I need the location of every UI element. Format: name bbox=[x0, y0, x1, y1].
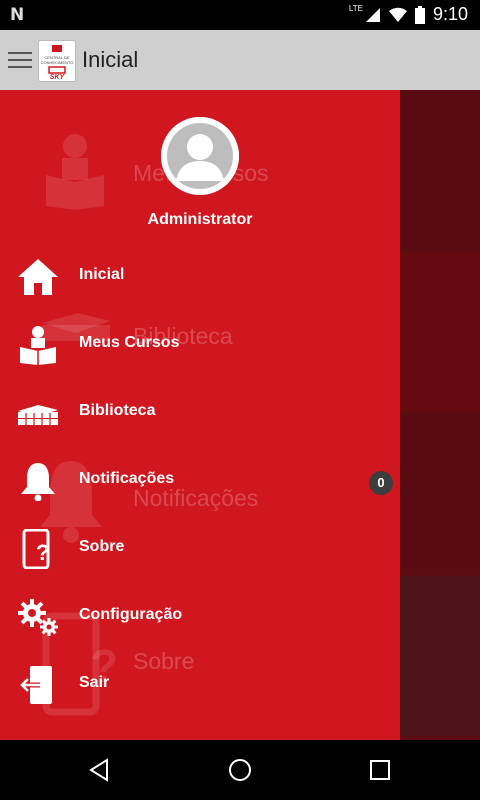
lte-label: LTE bbox=[348, 4, 363, 13]
home-icon bbox=[18, 259, 58, 295]
back-icon[interactable] bbox=[87, 758, 111, 782]
signal-icon bbox=[365, 7, 380, 22]
menu-item-label: Sair bbox=[79, 674, 110, 691]
menu-item-label: Inicial bbox=[79, 266, 125, 283]
course-icon bbox=[20, 326, 56, 365]
menu-item-sair[interactable]: Sair bbox=[0, 655, 400, 715]
page-title: Inicial bbox=[82, 47, 139, 72]
menu-item-biblioteca[interactable]: Biblioteca bbox=[0, 383, 400, 443]
notification-count-badge: 0 bbox=[369, 471, 393, 495]
menu-item-configuracao[interactable]: Configuração bbox=[0, 587, 400, 647]
library-icon bbox=[18, 405, 58, 425]
home-circle-icon[interactable] bbox=[228, 758, 252, 782]
app-logo: CENTRAL DE CONHECIMENTO SKY bbox=[38, 40, 76, 82]
ghost-course-icon bbox=[46, 134, 104, 210]
clock: 9:10 bbox=[432, 4, 468, 24]
about-icon: ? bbox=[22, 529, 50, 569]
battery-icon bbox=[414, 5, 425, 24]
menu-item-label: Meus Cursos bbox=[79, 334, 180, 351]
menu-item-meus-cursos[interactable]: Meus Cursos bbox=[0, 315, 400, 375]
wifi-icon bbox=[388, 7, 407, 22]
menu-item-notificacoes[interactable]: Notificações 0 bbox=[0, 451, 400, 511]
menu-item-label: Configuração bbox=[79, 606, 183, 623]
svg-text:SKY: SKY bbox=[50, 74, 66, 81]
menu-item-sobre[interactable]: ? Sobre bbox=[0, 519, 400, 579]
exit-icon bbox=[18, 666, 52, 704]
menu-item-label: Notificações bbox=[79, 470, 175, 487]
status-bar: N LTE 9:10 bbox=[0, 0, 480, 30]
menu-item-label: Sobre bbox=[79, 538, 125, 555]
gear-icon bbox=[18, 599, 58, 636]
menu-item-inicial[interactable]: Inicial bbox=[0, 247, 400, 307]
user-name: Administrator bbox=[147, 211, 253, 228]
system-nav-bar bbox=[0, 740, 480, 800]
menu-item-label: Biblioteca bbox=[79, 402, 156, 419]
navigation-drawer: Meus Cursos Biblioteca Notificações Sobr… bbox=[0, 90, 400, 740]
recents-icon[interactable] bbox=[369, 759, 391, 781]
bell-icon bbox=[21, 463, 55, 501]
status-icons: LTE 9:10 bbox=[343, 4, 468, 25]
svg-text:?: ? bbox=[36, 540, 49, 565]
svg-text:CONHECIMENTO: CONHECIMENTO bbox=[41, 60, 74, 65]
app-bar: CENTRAL DE CONHECIMENTO SKY Inicial bbox=[0, 30, 480, 91]
notification-n-icon: N bbox=[10, 5, 25, 25]
menu-icon[interactable] bbox=[8, 52, 32, 68]
avatar[interactable] bbox=[161, 117, 239, 195]
